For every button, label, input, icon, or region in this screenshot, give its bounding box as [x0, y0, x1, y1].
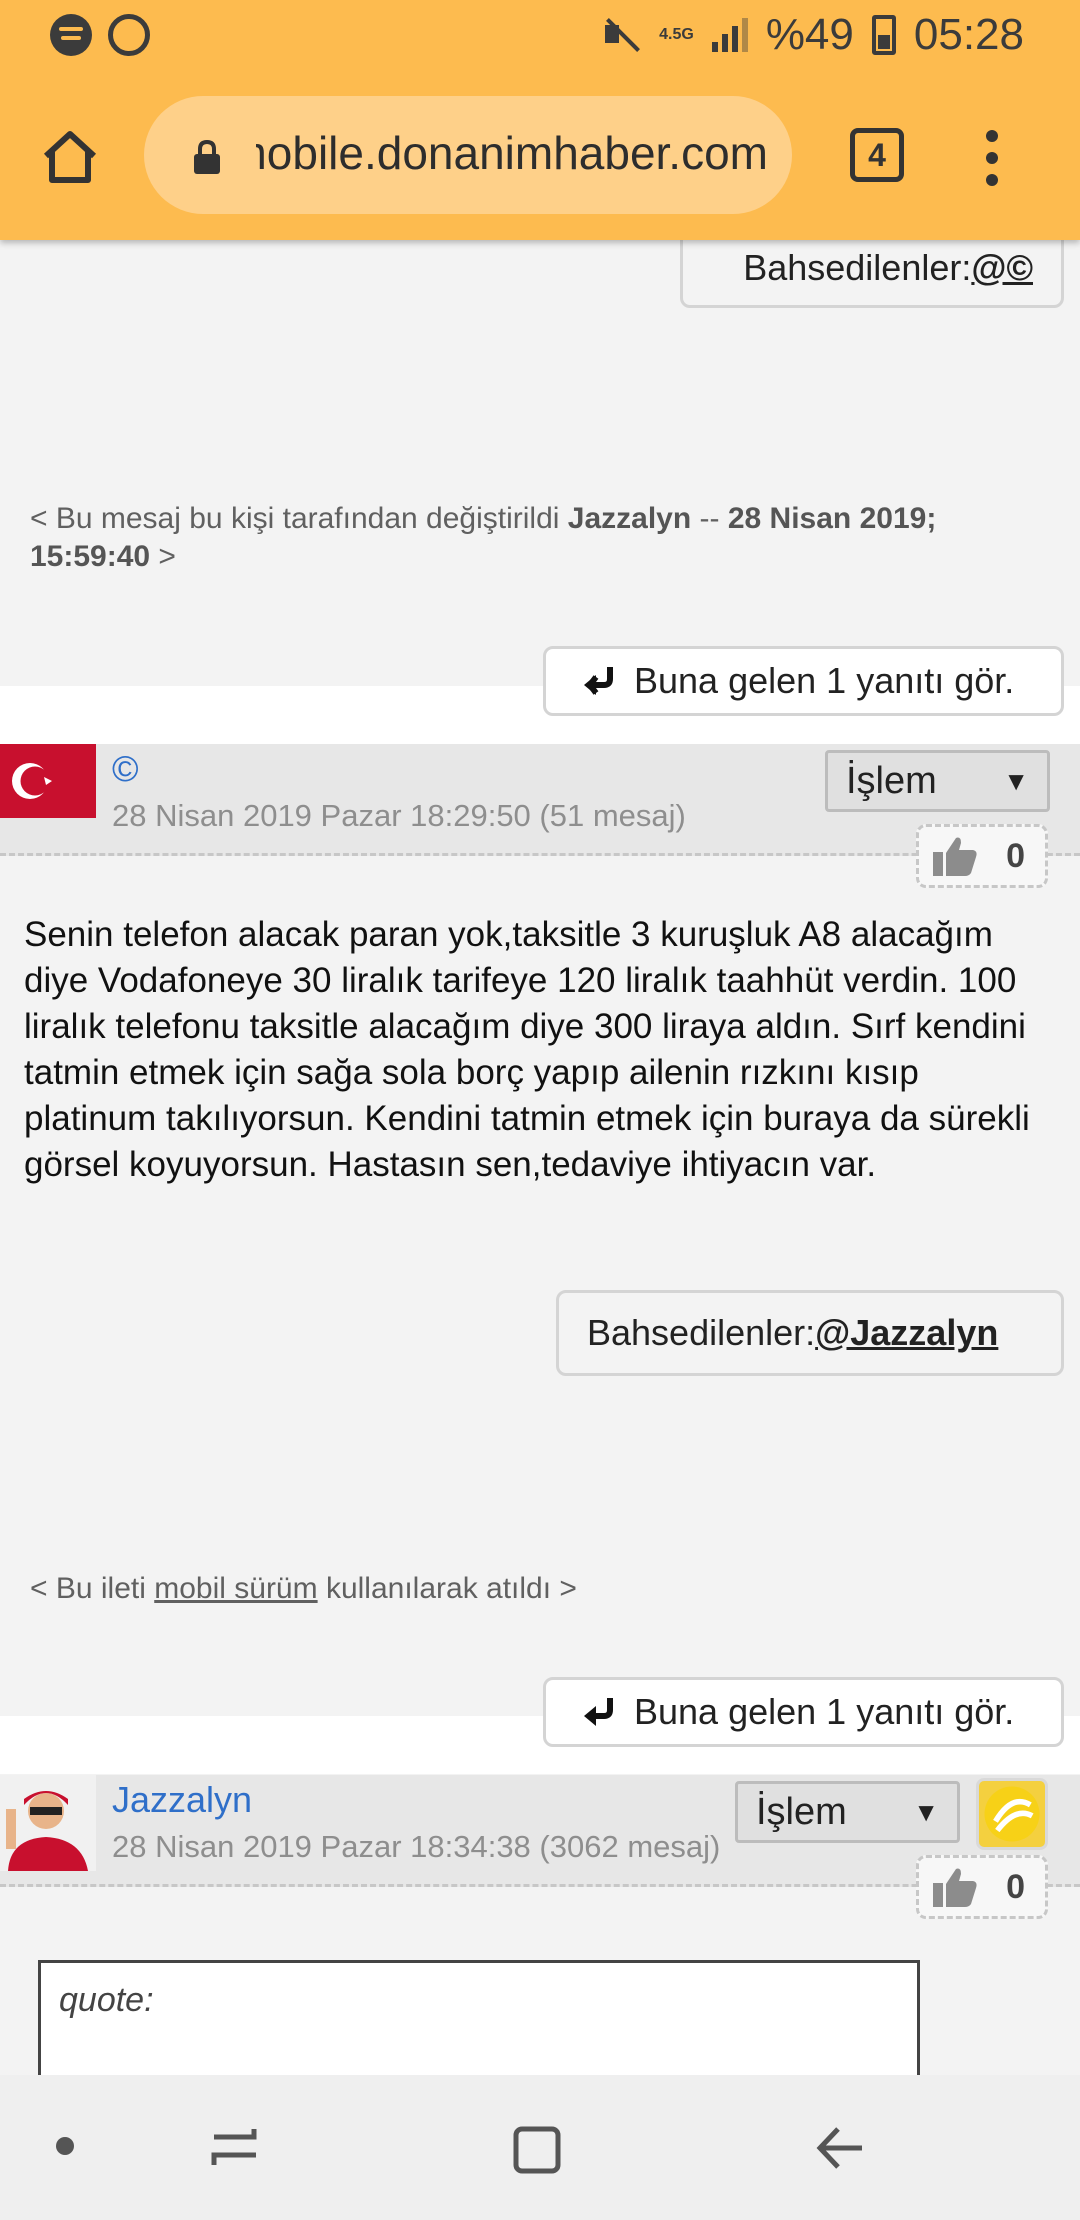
nav-dot-icon[interactable] — [56, 2137, 74, 2155]
view-replies-button[interactable]: Buna gelen 1 yanıtı gör. — [543, 1677, 1064, 1747]
user-avatar-flag[interactable] — [0, 744, 96, 818]
edit-note-user[interactable]: Jazzalyn — [568, 502, 691, 535]
like-button[interactable]: 0 — [916, 824, 1048, 888]
reply-arrow-icon — [584, 1698, 613, 1726]
view-replies-label: Buna gelen 1 yanıtı gör. — [634, 660, 1015, 701]
tab-switcher-icon[interactable]: 4 — [850, 128, 904, 182]
view-replies-label: Buna gelen 1 yanıtı gör. — [634, 1691, 1015, 1732]
clock: 05:28 — [913, 10, 1024, 59]
page-content: Bahsedilenler: @© < Bu mesaj bu kişi tar… — [0, 0, 1080, 2100]
mention-user-link[interactable]: @Jazzalyn — [815, 1312, 998, 1354]
dropdown-arrow-icon: ▼ — [913, 1796, 939, 1827]
post-date: 28 Nisan 2019 Pazar 18:29:50 (51 mesaj) — [112, 798, 686, 833]
url-text: mobile.donanimhaber.com — [256, 127, 768, 179]
post-body: Senin telefon alacak paran yok,taksitle … — [24, 915, 1030, 1184]
thumbs-up-icon — [933, 837, 977, 876]
action-dropdown-label: İşlem — [756, 1790, 847, 1833]
thumbs-up-icon — [933, 1868, 977, 1907]
view-replies-button[interactable]: Buna gelen 1 yanıtı gör. — [543, 646, 1064, 716]
system-nav-bar — [0, 2075, 1080, 2220]
mobile-version-note: < Bu ileti mobil sürüm kullanılarak atıl… — [30, 1572, 577, 1605]
mention-label: Bahsedilenler: — [743, 247, 972, 288]
battery-icon — [871, 15, 896, 55]
operator-badge-icon — [976, 1778, 1048, 1850]
post-username[interactable]: © — [112, 748, 139, 790]
home-button-icon[interactable] — [512, 2125, 562, 2175]
signal-icon — [711, 18, 748, 52]
home-icon[interactable] — [40, 128, 100, 184]
lock-icon — [194, 140, 220, 174]
action-dropdown-label: İşlem — [846, 759, 937, 802]
overflow-menu-icon[interactable] — [986, 130, 1000, 186]
status-bar: 4.5G %49 05:28 — [0, 0, 1080, 72]
post-username[interactable]: Jazzalyn — [112, 1779, 252, 1821]
like-count: 0 — [1006, 836, 1025, 875]
network-type: 4.5G — [659, 26, 694, 43]
quote-label: quote: — [59, 1981, 154, 2019]
mobile-version-link[interactable]: mobil sürüm — [154, 1572, 317, 1605]
action-dropdown[interactable]: İşlem ▼ — [825, 750, 1050, 812]
edit-note: < Bu mesaj bu kişi tarafından değiştiril… — [30, 502, 937, 573]
browser-toolbar: 4.5G %49 05:28 mobile.donanimhaber.com 4 — [0, 0, 1080, 240]
mention-box: Bahsedilenler: @Jazzalyn — [556, 1290, 1064, 1376]
mention-label: Bahsedilenler: — [587, 1312, 816, 1353]
action-dropdown[interactable]: İşlem ▼ — [735, 1781, 960, 1843]
recent-apps-icon[interactable] — [210, 2125, 260, 2169]
user-avatar[interactable] — [0, 1775, 96, 1871]
reply-arrow-icon — [584, 667, 613, 695]
dropdown-arrow-icon: ▼ — [1003, 765, 1029, 796]
spotify-icon — [50, 14, 92, 56]
battery-percent: %49 — [765, 10, 854, 59]
mute-icon — [601, 15, 641, 55]
mention-user-link[interactable]: @© — [971, 247, 1033, 289]
like-count: 0 — [1006, 1867, 1025, 1906]
back-icon[interactable] — [814, 2125, 866, 2171]
whatsapp-icon — [108, 14, 150, 56]
mention-box-top: Bahsedilenler: @© — [680, 228, 1064, 308]
url-bar[interactable]: mobile.donanimhaber.com — [144, 96, 792, 214]
like-button[interactable]: 0 — [916, 1855, 1048, 1919]
post-date: 28 Nisan 2019 Pazar 18:34:38 (3062 mesaj… — [112, 1829, 721, 1864]
